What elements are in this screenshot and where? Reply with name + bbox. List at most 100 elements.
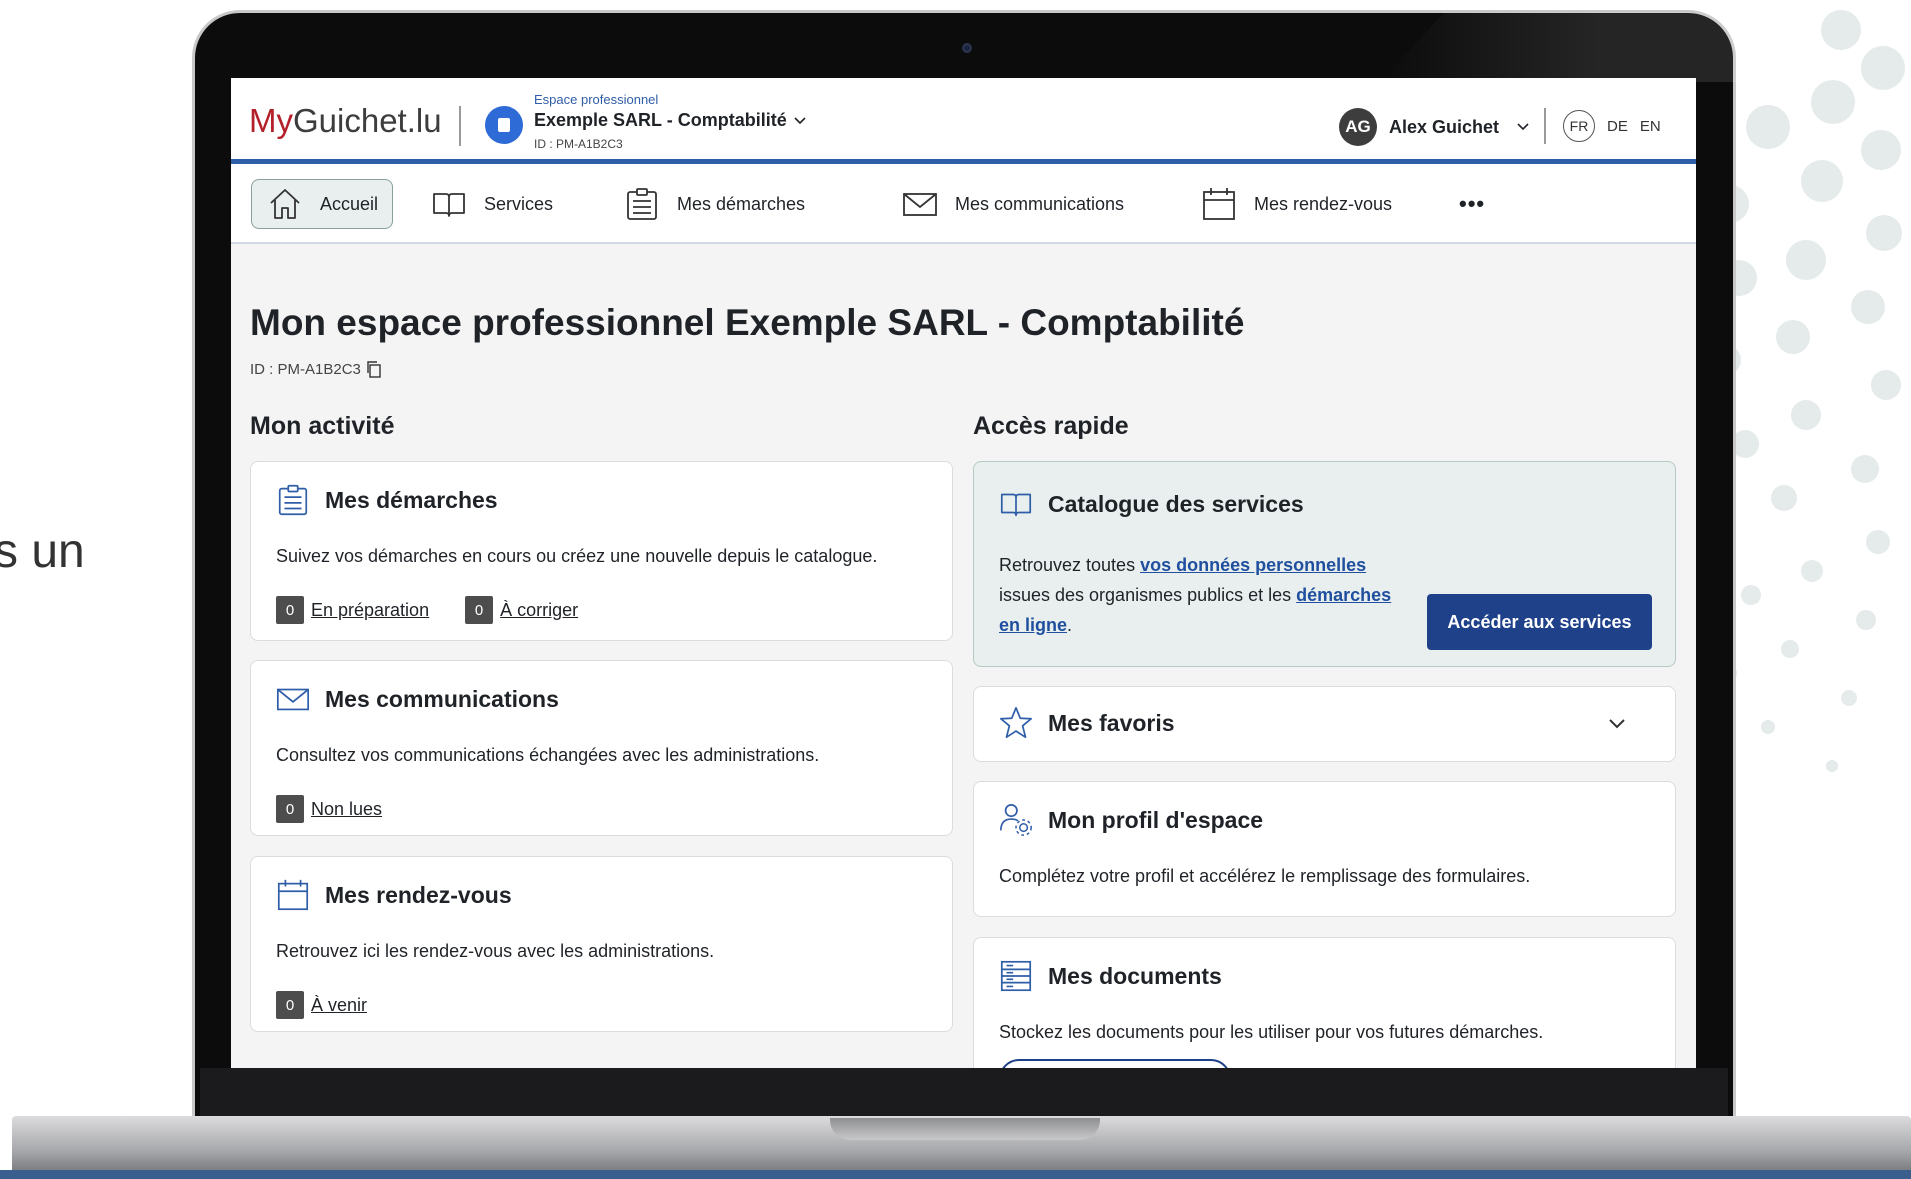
- card-title: Catalogue des services: [1048, 490, 1304, 517]
- nav-appointments[interactable]: Mes rendez-vous: [1186, 179, 1406, 229]
- nav-communications[interactable]: Mes communications: [887, 179, 1138, 229]
- status-link-to-correct[interactable]: 0 À corriger: [465, 596, 578, 624]
- page-title: Mon espace professionnel Exemple SARL - …: [250, 302, 1245, 343]
- card-header: Mon profil d'espace: [998, 802, 1263, 838]
- space-name: Exemple SARL - Comptabilité: [534, 110, 787, 130]
- card-header: Mes démarches: [275, 482, 498, 518]
- nav-procedures[interactable]: Mes démarches: [609, 179, 819, 229]
- header-divider: [459, 106, 461, 146]
- card-description: Complétez votre profil et accélérez le r…: [999, 866, 1531, 886]
- access-services-button[interactable]: Accéder aux services: [1427, 594, 1652, 650]
- logo-my: My: [249, 102, 293, 139]
- envelope-icon: [276, 688, 310, 711]
- card-description: Consultez vos communications échangées a…: [276, 745, 820, 765]
- link-label: À venir: [311, 994, 368, 1015]
- catalogue-card: Catalogue des services Retrouvez toutes …: [973, 461, 1676, 667]
- link-label: Non lues: [311, 798, 383, 819]
- nav-home-label: Accueil: [320, 193, 379, 214]
- card-links: 0 Non lues: [276, 795, 382, 823]
- card-title: Mon profil d'espace: [1048, 806, 1264, 833]
- nav-services-label: Services: [484, 193, 554, 214]
- user-menu[interactable]: AG Alex Guichet: [1339, 108, 1531, 146]
- count-badge: 0: [276, 596, 304, 624]
- card-description: Retrouvez ici les rendez-vous avec les a…: [276, 941, 715, 961]
- catalogue-text-2: issues des organismes publics et les: [999, 585, 1297, 605]
- card-title: Mes rendez-vous: [325, 881, 512, 908]
- documents-button[interactable]: [999, 1059, 1231, 1068]
- link-label: À corriger: [500, 599, 579, 620]
- space-switcher[interactable]: Exemple SARL - Comptabilité: [534, 110, 807, 131]
- copy-icon[interactable]: [365, 360, 383, 378]
- favorites-card[interactable]: Mes favoris: [973, 686, 1676, 762]
- main-nav: Accueil Services Mes démarches Mes commu…: [231, 164, 1696, 244]
- chevron-down-icon[interactable]: [1605, 711, 1629, 735]
- nav-services[interactable]: Services: [416, 179, 567, 229]
- clipboard-list-icon: [278, 484, 308, 516]
- card-title: Mes favoris: [1048, 709, 1175, 736]
- card-links: 0 À venir: [276, 991, 367, 1019]
- laptop-bezel: [200, 1068, 1728, 1120]
- star-icon: [999, 706, 1033, 739]
- communications-card: Mes communications Consultez vos communi…: [250, 660, 953, 836]
- browser-viewport: MyGuichet.lu Espace professionnel Exempl…: [231, 78, 1696, 1068]
- link-label: En préparation: [311, 599, 430, 620]
- quick-access-heading: Accès rapide: [973, 412, 1129, 440]
- count-badge: 0: [276, 795, 304, 823]
- appointments-card: Mes rendez-vous Retrouvez ici les rendez…: [250, 856, 953, 1032]
- card-header: Mes rendez-vous: [275, 877, 512, 913]
- procedures-card: Mes démarches Suivez vos démarches en co…: [250, 461, 953, 641]
- book-icon: [1000, 493, 1032, 517]
- nav-more-button[interactable]: •••: [1445, 179, 1499, 229]
- space-id: ID : PM-A1B2C3: [534, 137, 623, 151]
- logo-rest: Guichet.lu: [293, 102, 442, 139]
- book-icon: [433, 193, 465, 217]
- activity-heading: Mon activité: [250, 412, 395, 440]
- lang-fr[interactable]: FR: [1563, 110, 1595, 142]
- space-kicker: Espace professionnel: [534, 92, 659, 107]
- card-header: Mes favoris: [998, 705, 1175, 741]
- chevron-down-icon: [1517, 123, 1529, 131]
- site-header: MyGuichet.lu Espace professionnel Exempl…: [231, 78, 1696, 164]
- calendar-icon: [1203, 188, 1235, 220]
- lang-en[interactable]: EN: [1640, 118, 1661, 135]
- side-caption: s un: [0, 525, 85, 578]
- count-badge: 0: [465, 596, 494, 624]
- lang-de[interactable]: DE: [1607, 118, 1628, 135]
- catalogue-text-3: .: [1067, 615, 1073, 635]
- calendar-icon: [277, 879, 309, 911]
- space-profile-card[interactable]: Mon profil d'espace Complétez votre prof…: [973, 781, 1676, 917]
- personal-data-link[interactable]: vos données personnelles: [1140, 555, 1366, 575]
- laptop-notch: [830, 1118, 1100, 1140]
- card-title: Mes démarches: [325, 486, 498, 513]
- card-header: Mes documents: [998, 958, 1222, 994]
- home-icon: [270, 189, 300, 219]
- status-link-in-preparation[interactable]: 0 En préparation: [276, 596, 429, 624]
- documents-card[interactable]: Mes documents Stockez les documents pour…: [973, 937, 1676, 1068]
- nav-communications-label: Mes communications: [955, 193, 1125, 214]
- clipboard-list-icon: [627, 188, 657, 220]
- page-id-text: ID : PM-A1B2C3: [250, 360, 361, 378]
- nav-appointments-label: Mes rendez-vous: [1254, 193, 1393, 214]
- myguichet-logo[interactable]: MyGuichet.lu: [249, 102, 442, 140]
- camera-icon: [962, 43, 972, 53]
- card-title: Mes documents: [1048, 962, 1222, 989]
- user-settings-icon: [999, 803, 1032, 836]
- header-divider: [1544, 108, 1546, 144]
- documents-icon: [1000, 960, 1032, 992]
- language-switcher: FR DE EN: [1563, 110, 1661, 142]
- card-links: 0 En préparation 0 À corriger: [276, 596, 578, 624]
- card-header: Catalogue des services: [998, 486, 1304, 522]
- card-description: Suivez vos démarches en cours ou créez u…: [276, 546, 878, 566]
- card-description: Stockez les documents pour les utiliser …: [999, 1022, 1544, 1042]
- chevron-down-icon: [794, 116, 806, 124]
- bottom-strip: [0, 1170, 1911, 1179]
- card-title: Mes communications: [325, 685, 559, 712]
- page-id: ID : PM-A1B2C3: [250, 360, 383, 378]
- nav-home[interactable]: Accueil: [251, 179, 394, 229]
- catalogue-text: Retrouvez toutes vos données personnelle…: [999, 550, 1409, 640]
- status-link-unread[interactable]: 0 Non lues: [276, 795, 382, 823]
- count-badge: 0: [276, 991, 304, 1019]
- status-link-upcoming[interactable]: 0 À venir: [276, 991, 367, 1019]
- envelope-icon: [903, 193, 937, 216]
- catalogue-text-1: Retrouvez toutes: [999, 555, 1141, 575]
